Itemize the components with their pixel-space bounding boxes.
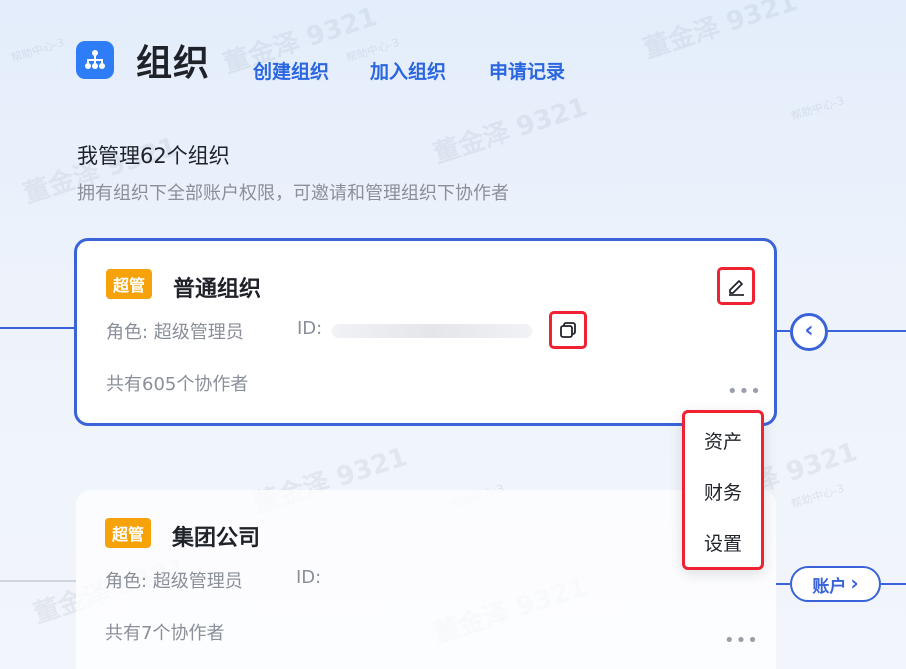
connector-line (881, 583, 906, 585)
chevron-right-icon: › (850, 570, 859, 595)
application-records-link[interactable]: 申请记录 (489, 57, 565, 84)
org-id-label: ID: (297, 318, 323, 339)
section-title: 我管理62个组织 (77, 144, 230, 168)
org-id-value (332, 324, 532, 338)
watermark: 帮助中心-3 (789, 481, 846, 512)
watermark: 董金泽 9321 (640, 0, 801, 65)
collapse-button[interactable]: ‹ (790, 313, 828, 351)
menu-item-settings[interactable]: 设置 (685, 529, 761, 556)
chevron-left-icon: ‹ (804, 317, 814, 343)
super-admin-badge: 超管 (106, 269, 153, 299)
pencil-icon (729, 280, 744, 296)
org-name: 集团公司 (172, 526, 261, 551)
org-actions-menu: 资产 财务 设置 (682, 410, 764, 570)
more-button[interactable]: ••• (724, 630, 759, 651)
collaborator-count: 共有605个协作者 (106, 374, 249, 395)
connector-line (776, 583, 790, 585)
account-button-label: 账户 (812, 576, 847, 597)
org-card[interactable]: 超管 集团公司 角色: 超级管理员 ID: 共有7个协作者 ••• (76, 490, 776, 669)
section-description: 拥有组织下全部账户权限，可邀请和管理组织下协作者 (77, 183, 509, 204)
page-title: 组织 (136, 43, 211, 84)
connector-line (776, 330, 790, 332)
org-logo-icon (76, 41, 114, 79)
copy-icon (560, 322, 576, 338)
connector-line (828, 330, 906, 332)
more-button[interactable]: ••• (727, 381, 762, 402)
watermark: 董金泽 9321 (430, 91, 591, 170)
copy-id-button[interactable] (549, 311, 587, 349)
connector-line (0, 327, 76, 329)
connector-line (0, 580, 76, 582)
create-org-link[interactable]: 创建组织 (253, 57, 329, 84)
org-name: 普通组织 (173, 277, 262, 302)
join-org-link[interactable]: 加入组织 (370, 57, 446, 84)
super-admin-badge: 超管 (105, 518, 152, 548)
menu-item-finance[interactable]: 财务 (685, 478, 761, 505)
menu-item-assets[interactable]: 资产 (685, 427, 761, 454)
watermark: 帮助中心-3 (789, 93, 846, 124)
account-button[interactable]: 账户 › (790, 566, 881, 602)
org-role: 角色: 超级管理员 (105, 571, 243, 592)
edit-org-button[interactable] (717, 267, 755, 305)
collaborator-count: 共有7个协作者 (105, 623, 225, 644)
org-role: 角色: 超级管理员 (106, 322, 244, 343)
org-id-label: ID: (296, 567, 322, 588)
watermark: 帮助中心-3 (9, 35, 66, 66)
org-card[interactable]: 超管 普通组织 角色: 超级管理员 ID: 共有605个协作者 ••• (74, 238, 777, 426)
